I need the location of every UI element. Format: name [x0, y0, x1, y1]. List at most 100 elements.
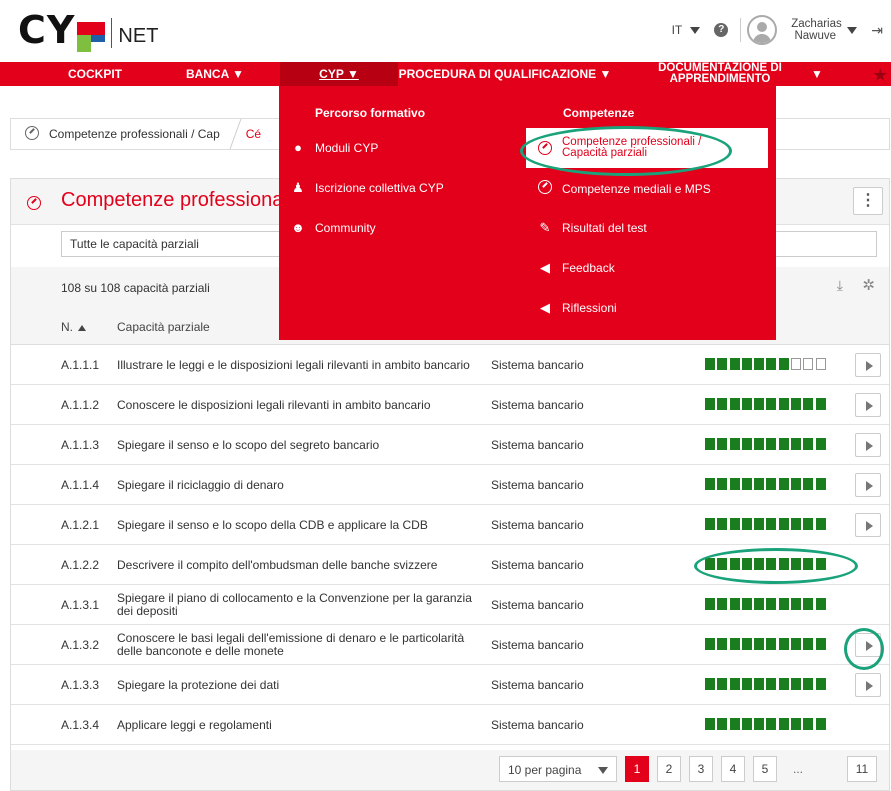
progress-segment: [778, 718, 789, 730]
progress-segment: [815, 438, 826, 450]
nav-documentazione[interactable]: DOCUMENTAZIONE DI APPRENDIMENTO: [640, 62, 800, 86]
table-row[interactable]: A.1.1.1 Illustrare le leggi e le disposiz…: [11, 345, 889, 385]
menu-item-competenze-professionali[interactable]: Competenze professionali / Capacità parzi…: [526, 128, 768, 168]
play-button[interactable]: [855, 473, 881, 497]
progress-segment: [778, 358, 789, 370]
row-capacity: Conoscere le disposizioni legali rilevan…: [117, 397, 431, 412]
menu-item-feedback-label: Feedback: [562, 261, 615, 275]
progress-segment: [778, 638, 789, 650]
breadcrumb-compass-icon: [25, 125, 39, 143]
progress-segment: [717, 478, 728, 490]
table-row[interactable]: A.1.3.2 Conoscere le basi legali dell'emi…: [11, 625, 889, 665]
progress-segment: [717, 398, 728, 410]
per-page-select[interactable]: 10 per pagina: [499, 756, 617, 782]
user-first-name: Zacharias: [791, 18, 842, 30]
table-row[interactable]: A.1.1.2 Conoscere le disposizioni legali …: [11, 385, 889, 425]
menu-item-riflessioni[interactable]: ◀ Riflessioni: [536, 300, 617, 316]
column-number[interactable]: N.: [61, 320, 86, 334]
progress-segment: [803, 678, 814, 690]
progress-bar: [705, 718, 828, 732]
row-area: Sistema bancario: [491, 518, 584, 532]
progress-segment: [729, 438, 740, 450]
menu-item-iscrizione-label: Iscrizione collettiva CYP: [315, 181, 444, 195]
avatar[interactable]: [747, 15, 778, 45]
progress-segment: [791, 398, 802, 410]
nav-banca[interactable]: BANCA ▼: [170, 62, 260, 86]
community-icon: ☻: [291, 220, 305, 235]
play-button[interactable]: [855, 633, 881, 657]
dropdown-heading-percorso: Percorso formativo: [315, 106, 426, 120]
progress-segment: [791, 438, 802, 450]
nav-cyp[interactable]: CYP ▼: [280, 62, 398, 86]
progress-segment: [754, 558, 765, 570]
play-button[interactable]: [855, 673, 881, 697]
progress-segment: [766, 598, 777, 610]
table-row[interactable]: A.1.1.4 Spiegare il riciclaggio di denaro…: [11, 465, 889, 505]
progress-segment: [815, 478, 826, 490]
nav-procedura[interactable]: PROCEDURA DI QUALIFICAZIONE ▼: [399, 62, 612, 86]
menu-item-competenze-mediali[interactable]: Competenze mediali e MPS: [536, 180, 711, 197]
nav-cockpit[interactable]: COCKPIT: [60, 62, 130, 86]
progress-segment: [778, 678, 789, 690]
progress-segment: [754, 478, 765, 490]
progress-segment: [815, 358, 826, 370]
page-5[interactable]: 5: [753, 756, 777, 782]
menu-item-community[interactable]: ☻ Community: [289, 220, 376, 235]
panel-menu-button[interactable]: ⋮: [853, 187, 883, 215]
row-number: A.1.3.2: [61, 638, 100, 652]
menu-item-moduli[interactable]: ●​ Moduli CYP: [289, 140, 378, 155]
table-row[interactable]: A.1.3.4 Applicare leggi e regolamenti Sist…: [11, 705, 889, 745]
page-1[interactable]: 1: [625, 756, 649, 782]
table-row[interactable]: A.1.3.3 Spiegare la protezione dei dati Si…: [11, 665, 889, 705]
menu-item-moduli-label: Moduli CYP: [315, 140, 379, 155]
play-button[interactable]: [855, 353, 881, 377]
help-icon[interactable]: ?: [714, 23, 729, 37]
language-selector[interactable]: IT: [672, 23, 683, 37]
nav-doc-dropdown[interactable]: ▼: [806, 62, 828, 86]
progress-segment: [803, 638, 814, 650]
menu-item-feedback[interactable]: ◀ Feedback: [536, 260, 615, 276]
table-row[interactable]: A.1.2.2 Descrivere il compito dell'ombuds…: [11, 545, 889, 585]
table-row[interactable]: A.1.3.1 Spiegare il piano di collocamento…: [11, 585, 889, 625]
logout-icon[interactable]: ⇥: [871, 22, 883, 39]
table-row[interactable]: A.1.1.3 Spiegare il senso e lo scopo del …: [11, 425, 889, 465]
progress-segment: [766, 478, 777, 490]
progress-segment: [803, 558, 814, 570]
progress-segment: [741, 438, 752, 450]
page-3[interactable]: 3: [689, 756, 713, 782]
breadcrumb-item-1[interactable]: Competenze professionali / Cap: [49, 127, 220, 141]
menu-item-risultati[interactable]: ✎ Risultati del test: [536, 220, 647, 236]
user-name[interactable]: Zacharias Nawuve: [791, 18, 842, 42]
row-capacity: Descrivere il compito dell'ombudsman del…: [117, 557, 438, 572]
favorite-star-icon[interactable]: ★: [874, 66, 887, 84]
language-dropdown-icon[interactable]: [690, 26, 701, 34]
play-button[interactable]: [855, 433, 881, 457]
play-button[interactable]: [855, 513, 881, 537]
logo[interactable]: CY NET: [18, 10, 158, 52]
progress-segment: [791, 518, 802, 530]
page-4[interactable]: 4: [721, 756, 745, 782]
progress-segment: [791, 718, 802, 730]
progress-segment: [729, 478, 740, 490]
play-button[interactable]: [855, 393, 881, 417]
compass-icon: [536, 140, 554, 156]
download-icon[interactable]: ⤓: [837, 277, 843, 294]
menu-item-iscrizione[interactable]: ♟ Iscrizione collettiva CYP: [289, 180, 444, 196]
gear-icon[interactable]: ✲: [862, 276, 875, 294]
column-capacity[interactable]: Capacità parziale: [117, 320, 210, 334]
progress-segment: [791, 358, 802, 370]
breadcrumb-item-2[interactable]: Cé: [246, 127, 261, 141]
table-row[interactable]: A.1.2.1 Spiegare il senso e lo scopo dell…: [11, 505, 889, 545]
progress-segment: [741, 478, 752, 490]
per-page-dropdown-icon: [598, 767, 608, 774]
page-last[interactable]: 11: [847, 756, 877, 782]
progress-segment: [778, 558, 789, 570]
modules-icon: ●​: [294, 140, 302, 155]
row-number: A.1.3.4: [61, 718, 100, 732]
top-header: CY NET IT ? Zacharias Nawuve ⇥: [0, 0, 891, 60]
page-2[interactable]: 2: [657, 756, 681, 782]
progress-segment: [778, 478, 789, 490]
progress-segment: [741, 678, 752, 690]
megaphone-icon: ◀: [540, 300, 550, 315]
user-menu-icon[interactable]: [847, 26, 858, 34]
